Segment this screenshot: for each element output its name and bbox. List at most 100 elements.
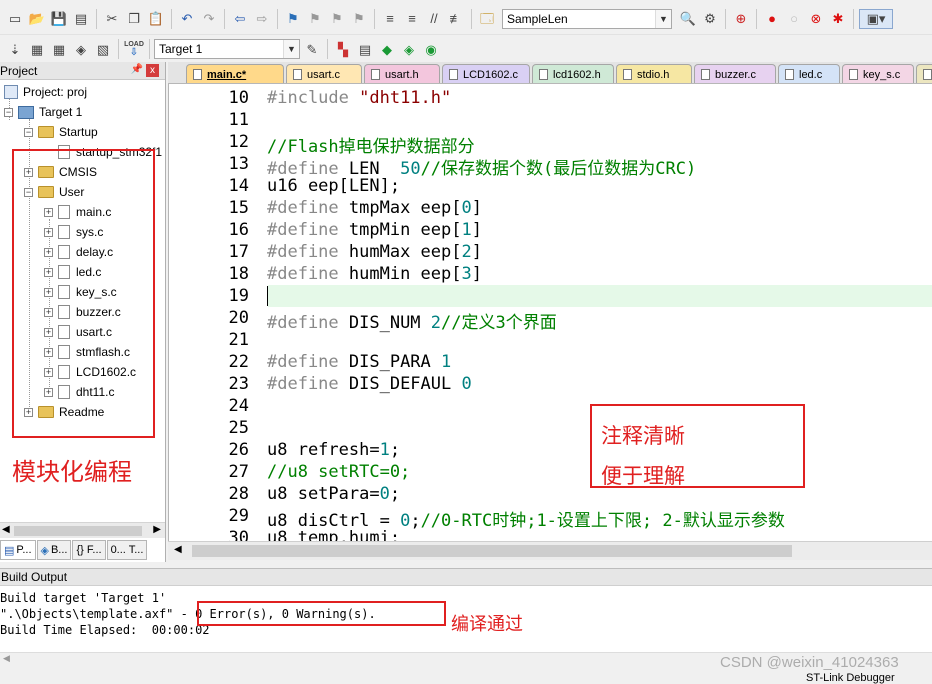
disable-breakpoint-icon[interactable]: ○ [784, 9, 804, 29]
breakpoint-icon[interactable]: ● [762, 9, 782, 29]
code-editor[interactable]: 10 11 12 13 14 15 16 17 18 19 20 21 22 23 24 25 26 27 28 29… [168, 84, 932, 541]
save-all-icon[interactable]: ▤ [71, 9, 91, 29]
pin-icon[interactable]: 📌 [131, 64, 143, 75]
cut-icon[interactable]: ✂ [102, 9, 122, 29]
undo-icon[interactable]: ↶ [177, 9, 197, 29]
indent-icon[interactable]: ≡ [380, 9, 400, 29]
scroll-left-icon[interactable]: ◀ [3, 653, 10, 664]
find-icon[interactable]: 🔍 [678, 9, 698, 29]
load-icon[interactable]: LOAD ⇩ [124, 39, 144, 59]
find-in-files-icon[interactable]: 🗔 [477, 9, 497, 29]
current-line-highlight [268, 285, 932, 307]
editor-tab[interactable]: usart.h [364, 64, 440, 83]
editor-tab-label: stdio.h [637, 68, 670, 81]
tab-books[interactable]: ◈ B... [36, 540, 72, 560]
build-icon[interactable]: ▦ [27, 39, 47, 59]
manage-components-icon[interactable]: ▚ [333, 39, 353, 59]
file-icon [701, 69, 710, 80]
tree-target[interactable]: − Target 1 [4, 102, 82, 122]
redo-icon[interactable]: ↷ [199, 9, 219, 29]
unindent-icon[interactable]: ≡ [402, 9, 422, 29]
code-token: #define [267, 198, 349, 218]
code-token: tmpMin eep[ [348, 220, 462, 240]
line-number: 28 [228, 484, 249, 504]
collapse-icon[interactable]: − [24, 127, 33, 137]
translate-icon[interactable]: ⇣ [5, 39, 25, 59]
tab-templates[interactable]: 0... T... [106, 540, 148, 560]
code-line: #define tmpMin eep[1] [267, 220, 482, 240]
editor-scrollbar[interactable]: ◀ [168, 541, 932, 560]
rebuild-icon[interactable]: ▦ [49, 39, 69, 59]
editor-tab[interactable]: lcd1602.h [532, 64, 614, 83]
scrollbar-thumb[interactable] [192, 545, 792, 557]
editor-tab[interactable]: buzzer.c [694, 64, 776, 83]
find-combo[interactable]: SampleLen ▼ [502, 8, 672, 29]
code-line: //u8 setRTC=0; [267, 462, 410, 482]
select-packs-icon[interactable]: ◈ [399, 39, 419, 59]
editor-tab[interactable]: led.c [778, 64, 840, 83]
code-token: //u8 setRTC=0; [267, 462, 411, 482]
code-token: //定义3个界面 [441, 313, 557, 333]
code-token: DIS_PARA [348, 352, 442, 372]
clear-bookmarks-icon[interactable]: ⚑ [349, 9, 369, 29]
scroll-left-icon[interactable]: ◀ [2, 524, 10, 535]
batch-build-icon[interactable]: ◈ [71, 39, 91, 59]
code-token: #define [267, 220, 349, 240]
editor-tab[interactable] [916, 64, 932, 83]
debugger-status: ST-Link Debugger [806, 672, 895, 684]
editor-tab[interactable]: key_s.c [842, 64, 914, 83]
code-line: u16 eep[LEN]; [267, 176, 400, 196]
code-token: #define [267, 352, 349, 372]
editor-tab-label: main.c* [207, 68, 247, 81]
run-time-env-icon[interactable]: ◉ [421, 39, 441, 59]
comment-icon[interactable]: // [424, 9, 444, 29]
new-file-icon[interactable]: ▭ [5, 9, 25, 29]
annotation-comment-line1: 注释清晰 [601, 424, 685, 448]
paste-icon[interactable]: 📋 [146, 9, 166, 29]
build-line: Build target 'Target 1' [0, 591, 167, 605]
build-line: Build Time Elapsed: 00:00:02 [0, 623, 210, 637]
open-icon[interactable]: 📂 [27, 9, 47, 29]
scroll-left-icon[interactable]: ◀ [174, 544, 182, 555]
editor-tab[interactable]: main.c* [186, 64, 284, 83]
kill-breakpoints-icon[interactable]: ⊗ [806, 9, 826, 29]
collapse-icon[interactable]: − [4, 107, 13, 117]
tree-project-root[interactable]: Project: proj [4, 82, 87, 102]
stop-build-icon[interactable]: ▧ [93, 39, 113, 59]
clear-breakpoints-icon[interactable]: ✱ [828, 9, 848, 29]
uncomment-icon[interactable]: ≢ [446, 9, 466, 29]
next-bookmark-icon[interactable]: ⚑ [327, 9, 347, 29]
build-output-title: Build Output [1, 570, 68, 584]
target-select[interactable]: Target 1 ▼ [154, 39, 300, 59]
copy-icon[interactable]: ❐ [124, 9, 144, 29]
debug-icon[interactable]: ⊕ [731, 9, 751, 29]
tab-functions[interactable]: {} F... [72, 540, 106, 560]
editor-tab[interactable]: stdio.h [616, 64, 692, 83]
scroll-right-icon[interactable]: ▶ [153, 524, 161, 535]
configure-icon[interactable]: ⚙ [700, 9, 720, 29]
prev-bookmark-icon[interactable]: ⚑ [305, 9, 325, 29]
build-toolbar: ⇣ ▦ ▦ ◈ ▧ LOAD ⇩ Target 1 ▼ ✎ ▚ ▤ ◆ ◈ ◉ [0, 34, 932, 63]
annotation-compile-ok: 编译通过 [451, 614, 523, 635]
code-token: ; [389, 440, 401, 460]
editor-tab[interactable]: LCD1602.c [442, 64, 530, 83]
chevron-down-icon[interactable]: ▼ [655, 9, 671, 28]
tree-group-startup[interactable]: − Startup [24, 122, 98, 142]
chevron-down-icon[interactable]: ▼ [283, 40, 299, 58]
tab-project[interactable]: ▤ P... [0, 540, 36, 560]
forward-icon[interactable]: ⇨ [252, 9, 272, 29]
line-number-gutter: 10 11 12 13 14 15 16 17 18 19 20 21 22 23 24 25 26 27 28 29… [169, 84, 260, 541]
save-icon[interactable]: 💾 [49, 9, 69, 29]
bookmark-icon[interactable]: ⚑ [283, 9, 303, 29]
text-caret [267, 286, 268, 306]
target-options-icon[interactable]: ✎ [302, 39, 322, 59]
project-scrollbar[interactable]: ◀ ▶ [0, 522, 165, 538]
editor-tab[interactable]: usart.c [286, 64, 362, 83]
file-extensions-icon[interactable]: ▤ [355, 39, 375, 59]
close-icon[interactable]: x [146, 64, 159, 77]
pack-installer-icon[interactable]: ◆ [377, 39, 397, 59]
code-token: humMin eep[ [348, 264, 462, 284]
code-line: #define humMax eep[2] [267, 242, 482, 262]
back-icon[interactable]: ⇦ [230, 9, 250, 29]
window-icon[interactable]: ▣▾ [859, 8, 893, 29]
